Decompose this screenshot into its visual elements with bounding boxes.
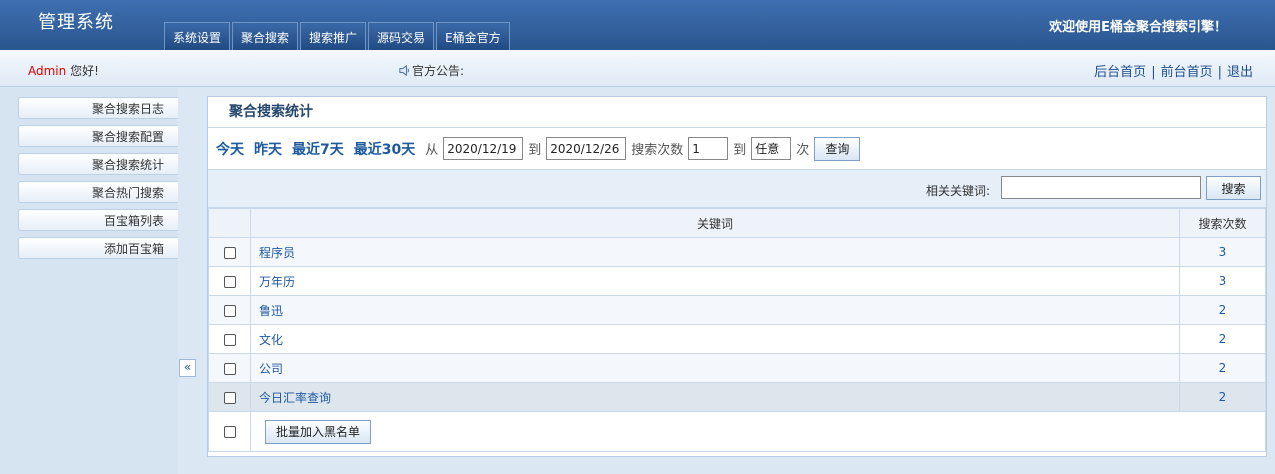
tab-aggregate-search[interactable]: 聚合搜索 — [232, 22, 299, 50]
date-filter-bar: 今天 昨天 最近7天 最近30天 从 到 搜索次数 到 次 查询 — [208, 128, 1266, 170]
batch-blacklist-button[interactable]: 批量加入黑名单 — [265, 419, 372, 444]
count-cell: 3 — [1179, 237, 1266, 267]
row-checkbox[interactable] — [223, 362, 236, 375]
sidebar-item-search-log[interactable]: 聚合搜索日志 — [18, 97, 178, 119]
table-row: 程序员 3 — [208, 237, 1266, 267]
keyword-cell[interactable]: 万年历 — [250, 266, 1180, 296]
sub-header: Admin 您好! 官方公告: 后台首页 | 前台首页 | 退出 — [0, 50, 1275, 87]
welcome-message: 欢迎使用E桶金聚合搜索引擎！ — [1049, 20, 1227, 35]
tab-system-settings[interactable]: 系统设置 — [164, 22, 231, 50]
keyword-column-header: 关键词 — [250, 208, 1180, 238]
select-all-checkbox[interactable] — [223, 426, 236, 438]
row-checkbox[interactable] — [223, 333, 236, 346]
top-header: 管理系统 系统设置 聚合搜索 搜索推广 源码交易 E桶金官方 欢迎使用E桶金聚合… — [0, 0, 1275, 50]
official-notice: 官方公告: — [398, 62, 464, 79]
sidebar-item-add-toolbox[interactable]: 添加百宝箱 — [18, 237, 178, 259]
count-max-input[interactable] — [751, 137, 792, 160]
row-select-cell — [208, 237, 251, 267]
app-logo: 管理系统 — [38, 12, 114, 33]
logout-link[interactable]: 退出 — [1227, 65, 1253, 80]
top-links: 后台首页 | 前台首页 | 退出 — [1094, 61, 1253, 80]
row-select-cell — [208, 382, 251, 412]
sidebar-collapse-button[interactable]: « — [179, 359, 196, 377]
keyword-search-bar: 相关关键词: 搜索 — [208, 170, 1266, 208]
row-checkbox[interactable] — [223, 304, 236, 317]
row-select-cell — [208, 295, 251, 325]
notice-label: 官方公告: — [412, 64, 465, 78]
sidebar-item-toolbox-list[interactable]: 百宝箱列表 — [18, 209, 178, 231]
from-label: 从 — [425, 143, 439, 158]
keyword-cell[interactable]: 程序员 — [250, 237, 1180, 267]
sidebar-item-hot-search[interactable]: 聚合热门搜索 — [18, 181, 178, 203]
row-select-cell — [208, 353, 251, 383]
count-cell: 2 — [1179, 295, 1266, 325]
table-footer-row: 批量加入黑名单 — [208, 411, 1266, 452]
count-cell: 2 — [1179, 382, 1266, 412]
row-select-cell — [208, 266, 251, 296]
keyword-label: 相关关键词: — [926, 184, 991, 198]
row-checkbox[interactable] — [223, 275, 236, 288]
table-row: 文化 2 — [208, 324, 1266, 354]
keyword-cell[interactable]: 今日汇率查询 — [250, 382, 1180, 412]
username: Admin — [28, 64, 67, 78]
table-row: 万年历 3 — [208, 266, 1266, 296]
table-row: 公司 2 — [208, 353, 1266, 383]
tab-search-promotion[interactable]: 搜索推广 — [300, 22, 367, 50]
date-to-input[interactable] — [546, 137, 627, 160]
main-nav: 系统设置 聚合搜索 搜索推广 源码交易 E桶金官方 — [164, 22, 512, 50]
query-button[interactable]: 查询 — [814, 136, 861, 161]
quick-last-30-days[interactable]: 最近30天 — [354, 139, 415, 159]
tab-source-trade[interactable]: 源码交易 — [368, 22, 435, 50]
row-checkbox[interactable] — [223, 246, 236, 259]
times-label: 次 — [796, 143, 810, 158]
link-separator: | — [1217, 65, 1222, 80]
speaker-icon — [399, 64, 409, 77]
stats-panel: 聚合搜索统计 今天 昨天 最近7天 最近30天 从 到 搜索次数 到 次 查询 … — [207, 96, 1267, 457]
to-label: 到 — [528, 143, 542, 158]
keyword-cell[interactable]: 文化 — [250, 324, 1180, 354]
quick-today[interactable]: 今天 — [216, 139, 244, 159]
table-header-row: 关键词 搜索次数 — [208, 208, 1266, 238]
page-title: 聚合搜索统计 — [208, 97, 1266, 128]
to-label-2: 到 — [733, 143, 747, 158]
row-checkbox[interactable] — [223, 391, 236, 404]
count-cell: 2 — [1179, 324, 1266, 354]
keyword-cell[interactable]: 鲁迅 — [250, 295, 1180, 325]
quick-yesterday[interactable]: 昨天 — [254, 139, 282, 159]
select-all-cell — [208, 411, 251, 452]
checkbox-column-header — [208, 208, 251, 238]
tab-official[interactable]: E桶金官方 — [436, 22, 510, 50]
sidebar-menu: 聚合搜索日志 聚合搜索配置 聚合搜索统计 聚合热门搜索 百宝箱列表 添加百宝箱 — [18, 97, 178, 265]
count-cell: 3 — [1179, 266, 1266, 296]
row-select-cell — [208, 324, 251, 354]
count-column-header: 搜索次数 — [1179, 208, 1266, 238]
keyword-stats-table: 关键词 搜索次数 程序员 3 万年历 3 鲁迅 2 文化 2 公司 2 今日汇率… — [208, 208, 1266, 452]
table-row: 鲁迅 2 — [208, 295, 1266, 325]
count-min-input[interactable] — [688, 137, 729, 160]
admin-home-link[interactable]: 后台首页 — [1094, 65, 1146, 80]
batch-actions-cell: 批量加入黑名单 — [250, 411, 1266, 452]
table-row: 今日汇率查询 2 — [208, 382, 1266, 412]
user-greeting: Admin 您好! — [28, 62, 99, 79]
search-button[interactable]: 搜索 — [1206, 176, 1261, 200]
sidebar-item-search-stats[interactable]: 聚合搜索统计 — [18, 153, 178, 175]
count-cell: 2 — [1179, 353, 1266, 383]
link-separator: | — [1151, 65, 1156, 80]
date-from-input[interactable] — [443, 137, 524, 160]
quick-last-7-days[interactable]: 最近7天 — [292, 139, 344, 159]
keyword-cell[interactable]: 公司 — [250, 353, 1180, 383]
sidebar: 聚合搜索日志 聚合搜索配置 聚合搜索统计 聚合热门搜索 百宝箱列表 添加百宝箱 — [0, 88, 178, 474]
sidebar-item-search-config[interactable]: 聚合搜索配置 — [18, 125, 178, 147]
front-home-link[interactable]: 前台首页 — [1161, 65, 1213, 80]
greeting-text: 您好! — [70, 64, 99, 78]
keyword-search-input[interactable] — [1001, 176, 1201, 199]
search-count-label: 搜索次数 — [631, 143, 684, 158]
